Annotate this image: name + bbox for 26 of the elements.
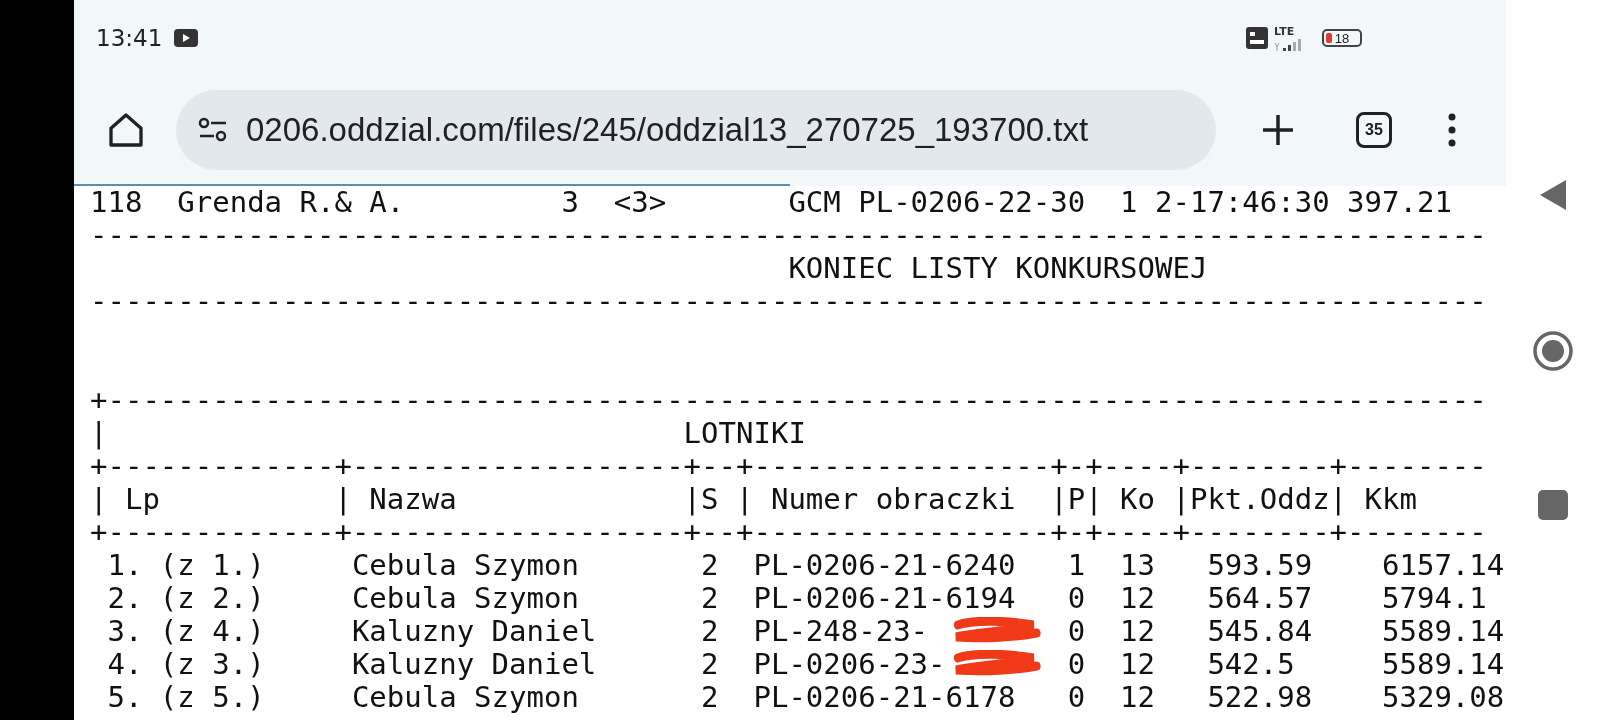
- video-play-icon: [174, 29, 199, 47]
- tune-icon[interactable]: [198, 117, 228, 143]
- home-circle-icon[interactable]: [1532, 330, 1574, 372]
- tab-count-button[interactable]: 35: [1356, 112, 1392, 148]
- text-line: 5. (z 5.) Cebula Szymon 2 PL-0206-21-6178 0 12 522.98 5329.08: [106, 680, 1505, 714]
- text-line: | Lp | Nazwa |S | Numer obraczki |P| Ko |Pkt.Oddz| Kkm: [90, 482, 1417, 516]
- text-line: +-------------+-------------------+--+-----------------+-+----+--------+--------: [90, 515, 1487, 549]
- text-line: | LOTNIKI: [90, 416, 806, 450]
- text-line: KONIEC LISTY KONKURSOWEJ: [787, 251, 1208, 285]
- text-line: 1. (z 1.) Cebula Szymon 2 PL-0206-21-6240 1 13 593.59 6157.14: [106, 548, 1505, 582]
- battery-percent: 18: [1334, 31, 1350, 45]
- volte-icon: [1246, 27, 1268, 49]
- text-line: --------------------------------------------------------------------------------: [90, 218, 1487, 252]
- address-bar[interactable]: 0206.oddzial.com/files/245/oddzial13_270725_193700.txt: [176, 90, 1216, 170]
- url-text: 0206.oddzial.com/files/245/oddzial13_270725_193700.txt: [246, 111, 1089, 149]
- text-line: 4. (z 3.) Kaluzny Daniel 2 PL-0206-23- 0 12 542.5 5589.14: [106, 647, 1505, 681]
- text-line: 3. (z 4.) Kaluzny Daniel 2 PL-248-23- 0 12 545.84 5589.14: [106, 614, 1505, 648]
- clock-time: 13:41: [96, 25, 163, 51]
- network-type: LTE: [1274, 25, 1295, 37]
- text-line: +-------------+-------------------+--+-----------------+-+----+--------+--------: [90, 449, 1487, 483]
- back-icon[interactable]: [1538, 178, 1568, 212]
- recents-icon[interactable]: [1538, 490, 1568, 520]
- text-line: 118 Grenda R.& A. 3 <3> GCM PL-0206-22-30 1 2-17:46:30 397.21: [90, 185, 1452, 219]
- text-line: +-------------------------------------------------------------------------------: [90, 383, 1487, 417]
- text-line: 2. (z 2.) Cebula Szymon 2 PL-0206-21-6194 0 12 564.57 5794.1: [106, 581, 1487, 615]
- text-line: --------------------------------------------------------------------------------: [90, 284, 1487, 318]
